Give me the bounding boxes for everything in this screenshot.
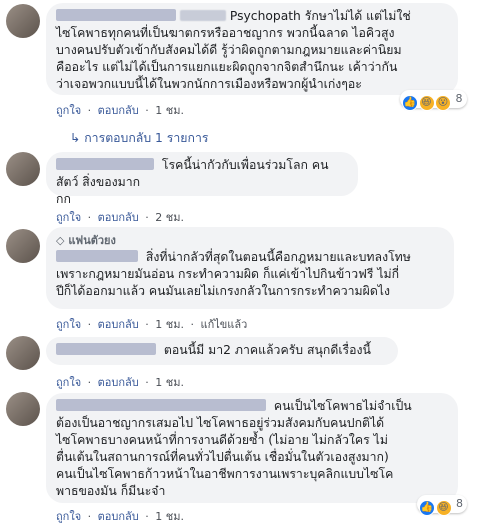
edited-label[interactable]: แก้ไขแล้ว [200, 318, 247, 331]
replies-label: การตอบกลับ 1 รายการ [84, 131, 209, 145]
commenter-name[interactable] [56, 343, 156, 355]
comment-actions: ถูกใจ · ตอบกลับ · 1 ชม. [56, 104, 184, 117]
comment-time[interactable]: 2 ชม. [155, 211, 184, 224]
comment-text-line: ตอนนี้มี มา2 ภาคแล้วครับ สนุกดีเรื่องนี้ [163, 343, 371, 357]
like-link[interactable]: ถูกใจ [56, 376, 81, 389]
comment-text-line: คนเป็นไซโคพาธก้าวหน้าในอาชีพการงานเพราะบ… [56, 467, 394, 481]
comment-text-line: กก [56, 192, 71, 206]
avatar[interactable] [6, 152, 40, 186]
comment-text-line: บางคนปรับตัวเข้ากับสังคมได้ดี รู้ว่าผิดถ… [56, 43, 402, 57]
reaction-count: 8 [455, 92, 463, 105]
like-icon: 👍 [419, 500, 435, 516]
comment-bubble: ◇ แฟนตัวยง สิ่งที่น่ากลัวที่สุดในตอนนี้ค… [46, 227, 454, 309]
comment-text-line: เพราะกฎหมายมันอ่อน กระทำความผิด ก็แค่เข้… [56, 267, 400, 281]
comment-text-line: ปีก็ได้ออกมาแล้ว คนมันเลยไม่เกรงกลัวในกา… [56, 284, 390, 298]
reply-link[interactable]: ตอบกลับ [98, 376, 139, 389]
comment-bubble: คนเป็นไซโคพาธไม่จำเป็น ต้องเป็นอาชญากรเส… [46, 393, 458, 503]
commenter-name[interactable] [56, 158, 154, 170]
comment-text-line: พาธของมัน ก็มีนะจ๋า [56, 484, 166, 498]
comment-text-line: คนเป็นไซโคพาธไม่จำเป็น [273, 399, 412, 413]
commenter-name[interactable] [56, 9, 176, 21]
comment-text-line: ตื่นเต้นในสถานการณ์ที่คนทั่วไปตื่นเต้น เ… [56, 450, 389, 464]
comment-text-line: สิ่งที่น่ากลัวที่สุดในตอนนี้คือกฎหมายและ… [145, 250, 411, 264]
comment-actions: ถูกใจ · ตอบกลับ · 1 ชม. · แก้ไขแล้ว [56, 318, 248, 331]
reaction-count: 8 [456, 497, 463, 510]
commenter-name[interactable] [56, 250, 138, 262]
comment-text-line: Psychopath รักษาไม่ได้ แต่ไม่ใช่ [229, 9, 411, 23]
haha-icon: 😆 [418, 95, 435, 111]
comment-bubble: ตอนนี้มี มา2 ภาคแล้วครับ สนุกดีเรื่องนี้ [46, 337, 398, 365]
comment-time[interactable]: 1 ชม. [155, 318, 184, 331]
comment-actions: ถูกใจ · ตอบกลับ · 2 ชม. [56, 211, 184, 224]
comment-actions: ถูกใจ · ตอบกลับ · 1 ชม. [56, 510, 184, 523]
like-link[interactable]: ถูกใจ [56, 510, 81, 523]
avatar[interactable] [6, 4, 40, 38]
comment-text-line: ว่าเจอพวกแบบนี้ได้ในพวกนักการเมืองหรือพว… [56, 77, 362, 91]
avatar[interactable] [6, 229, 40, 263]
fan-label: แฟนตัวยง [68, 234, 116, 247]
diamond-icon: ◇ [56, 234, 65, 247]
like-link[interactable]: ถูกใจ [56, 318, 81, 331]
comment-text-line: คืออะไร แต่ไม่ได้เป็นการแยกแยะผิดถูกจากจ… [56, 60, 398, 74]
like-link[interactable]: ถูกใจ [56, 211, 81, 224]
reply-link[interactable]: ตอบกลับ [98, 104, 139, 117]
wow-icon: 😮 [435, 95, 451, 111]
reply-link[interactable]: ตอบกลับ [98, 318, 139, 331]
comment-text-line: ไซโคพาธบางคนหน้าที่การงานดีด้วยซ้ำ (ไม่อ… [56, 433, 388, 447]
view-replies-link[interactable]: ↳ การตอบกลับ 1 รายการ [70, 129, 208, 148]
haha-icon: 😆 [435, 500, 452, 516]
comment-text-line: ไซโคพาธทุกคนที่เป็นฆาตกรหรืออาชญากร พวกน… [56, 26, 395, 40]
reply-link[interactable]: ตอบกลับ [98, 510, 139, 523]
commenter-name[interactable] [56, 399, 266, 411]
comment-text-line: ต้องเป็นอาชญากรเสมอไป ไซโคพาธอยู่ร่วมสัง… [56, 416, 385, 430]
comment-actions: ถูกใจ · ตอบกลับ · 1 ชม. [56, 376, 184, 389]
comment-bubble: Psychopath รักษาไม่ได้ แต่ไม่ใช่ ไซโคพาธ… [46, 3, 458, 95]
comment-time[interactable]: 1 ชม. [155, 104, 184, 117]
comment-time[interactable]: 1 ชม. [155, 376, 184, 389]
reaction-badge[interactable]: 👍 😆 😮 8 [400, 90, 467, 111]
like-icon: 👍 [402, 95, 418, 111]
reply-link[interactable]: ตอบกลับ [98, 211, 139, 224]
comment-bubble: โรคนี้น่ากัวกับเพื่อนร่วมโลก คน สัตว์ สิ… [46, 152, 358, 206]
comment-time[interactable]: 1 ชม. [155, 510, 184, 523]
fan-badge: ◇ แฟนตัวยง [56, 232, 444, 249]
avatar[interactable] [6, 392, 40, 426]
reply-arrow-icon: ↳ [70, 131, 81, 145]
like-link[interactable]: ถูกใจ [56, 104, 81, 117]
avatar[interactable] [6, 336, 40, 370]
reaction-badge[interactable]: 👍 😆 8 [417, 495, 467, 516]
